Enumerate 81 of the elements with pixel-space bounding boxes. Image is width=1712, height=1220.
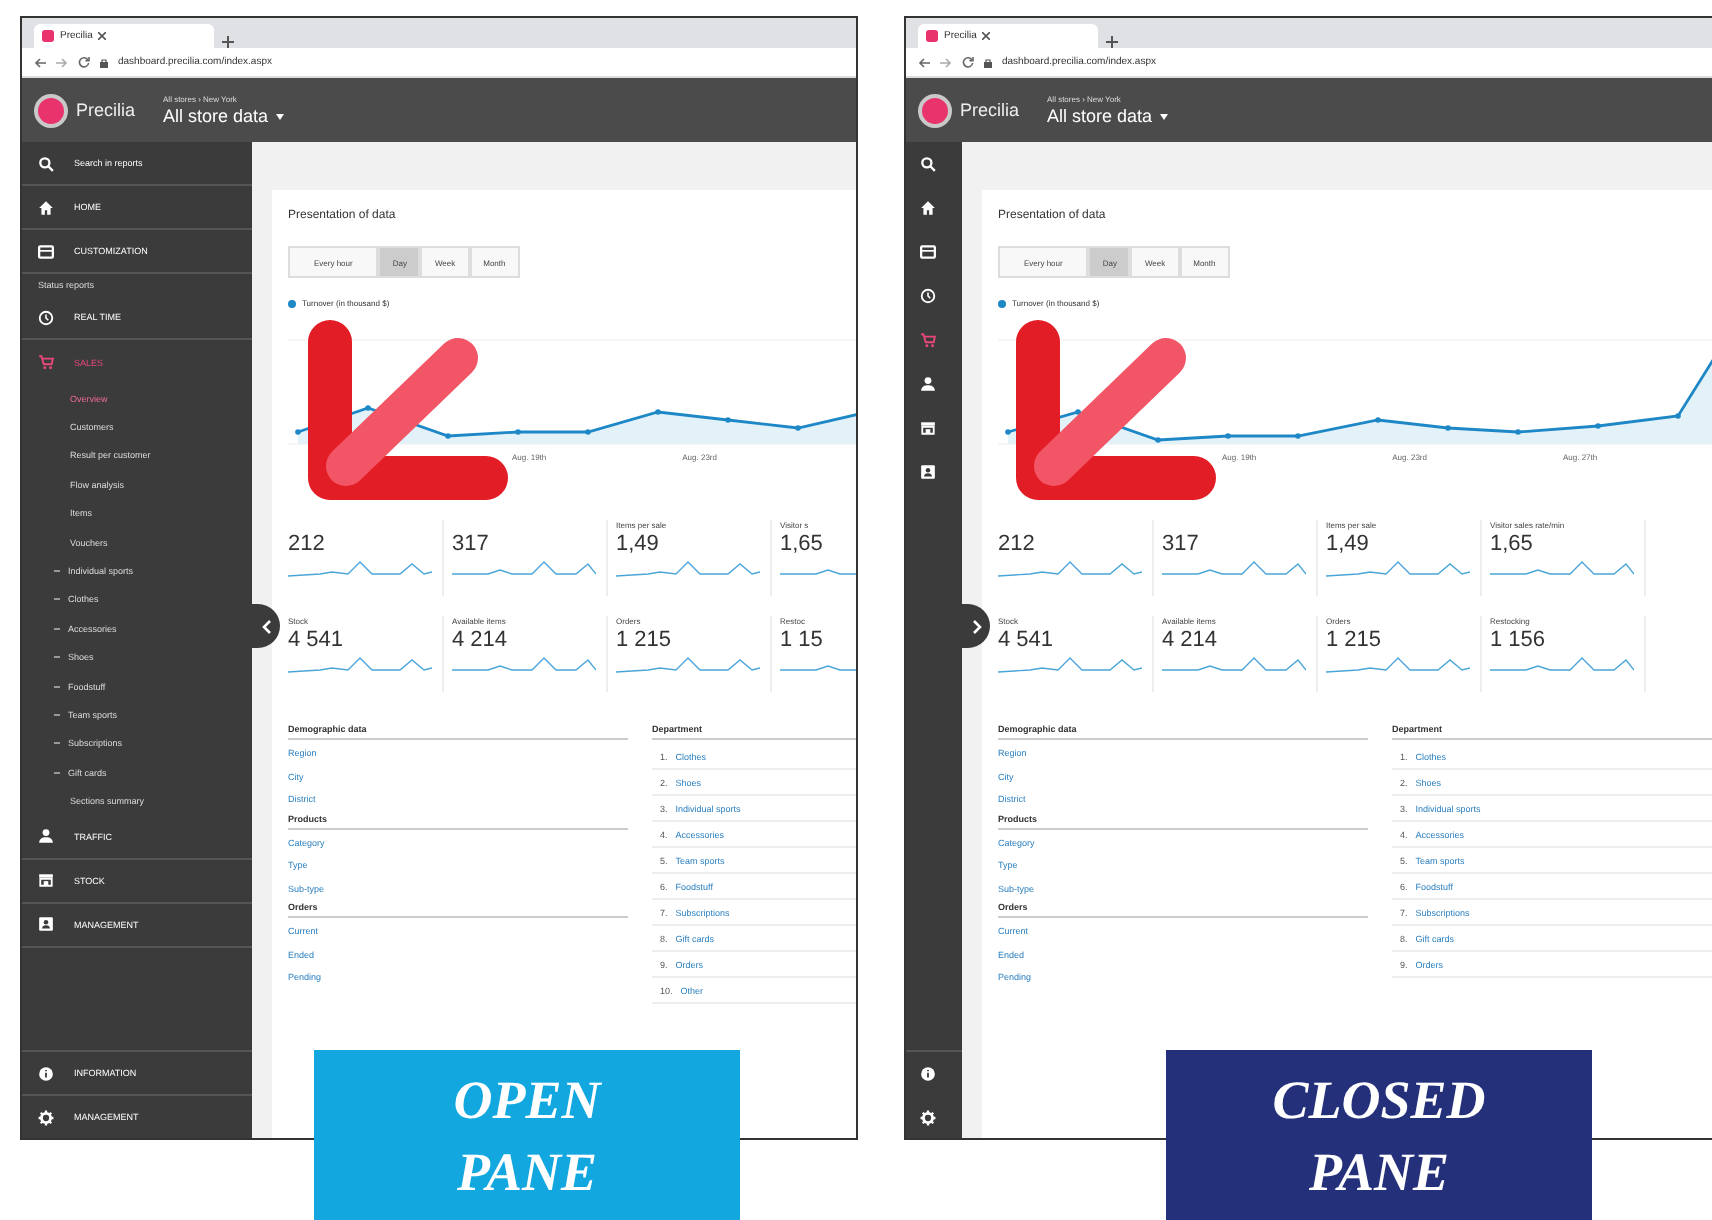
sparkline-drawing: [1490, 558, 1634, 578]
caret-icon: [1160, 113, 1169, 119]
lock-icon: [100, 57, 108, 67]
kpi-value: 212: [998, 532, 1037, 556]
legend-dot: [998, 299, 1006, 307]
caret-icon: [276, 113, 285, 119]
brand-name: Precilia: [76, 100, 136, 120]
brand-logo: [34, 93, 68, 127]
sparkline-drawing: [616, 558, 760, 578]
sparkline-drawing: [452, 654, 596, 674]
legend-dot: [288, 299, 296, 307]
storefront-icon: [920, 420, 936, 436]
kpi-value: 1 15: [780, 628, 825, 652]
reload-icon[interactable]: [962, 56, 974, 68]
sparkline-drawing: [1490, 654, 1634, 674]
kpi-value: 1,65: [780, 532, 825, 556]
window-icon: [920, 244, 936, 260]
kpi-value: 317: [1162, 532, 1201, 556]
info-icon: [38, 1065, 54, 1081]
clock-icon: [38, 309, 54, 325]
home-icon: [920, 200, 936, 216]
cart-icon: [38, 354, 54, 370]
settings-icon: [920, 1110, 936, 1126]
caption-label: CLOSED PANE: [1166, 1050, 1592, 1220]
new-tab-icon[interactable]: [222, 36, 234, 48]
new-tab-icon[interactable]: [1106, 36, 1118, 48]
kpi-value: 4 214: [1162, 628, 1220, 652]
kpi-value: 1,49: [616, 532, 661, 556]
app-logo-icon: [926, 30, 938, 42]
store-selector[interactable]: All store data: [1047, 106, 1169, 126]
sparkline-drawing: [1162, 558, 1306, 578]
sparkline-drawing: [288, 654, 432, 674]
kpi-value: 1,49: [1326, 532, 1371, 556]
sparkline-drawing: [452, 558, 596, 578]
info-icon: [920, 1066, 936, 1082]
kpi-value: 1 215: [616, 628, 674, 652]
chevron-icon: [261, 619, 271, 633]
home-icon: [38, 199, 54, 215]
cart-icon: [920, 332, 936, 348]
id-card-icon: [38, 916, 54, 933]
search-icon: [920, 156, 936, 172]
dash-icon: [54, 713, 60, 716]
kpi-value: 1,65: [1490, 532, 1535, 556]
person-icon: [38, 828, 54, 845]
search-icon: [38, 155, 54, 171]
sparkline-drawing: [1326, 654, 1470, 674]
kpi-value: 4 214: [452, 628, 510, 652]
brand-logo: [918, 93, 952, 127]
dash-icon: [54, 627, 60, 630]
close-icon[interactable]: [982, 32, 991, 40]
dash-icon: [54, 771, 60, 774]
sparkline-drawing: [998, 654, 1142, 674]
kpi-value: 212: [288, 532, 327, 556]
reload-icon[interactable]: [78, 56, 90, 68]
sparkline-drawing: [1162, 654, 1306, 674]
kpi-value: 1 215: [1326, 628, 1384, 652]
back-arrow-icon[interactable]: [918, 57, 930, 67]
sparkline-drawing: [1326, 558, 1470, 578]
sparkline-drawing: [616, 654, 760, 674]
kpi-value: 1 156: [1490, 628, 1548, 652]
storefront-icon: [38, 872, 54, 889]
kpi-value: 4 541: [288, 628, 346, 652]
dash-icon: [54, 570, 60, 573]
clock-icon: [920, 288, 936, 304]
dash-icon: [54, 656, 60, 659]
kpi-value: 4 541: [998, 628, 1056, 652]
brand-name: Precilia: [960, 100, 1020, 120]
id-card-icon: [920, 464, 936, 480]
chevron-icon: [971, 619, 981, 633]
kpi-value: 317: [452, 532, 491, 556]
store-selector[interactable]: All store data: [163, 106, 285, 126]
caption-label: OPEN PANE: [314, 1050, 740, 1220]
sparkline-drawing: [998, 558, 1142, 578]
app-logo-icon: [42, 30, 54, 42]
window-icon: [38, 243, 54, 259]
settings-icon: [38, 1109, 54, 1125]
person-icon: [920, 376, 936, 392]
sparkline-drawing: [288, 558, 432, 578]
close-icon[interactable]: [98, 32, 107, 40]
lock-icon: [984, 57, 992, 67]
back-arrow-icon[interactable]: [34, 57, 46, 67]
